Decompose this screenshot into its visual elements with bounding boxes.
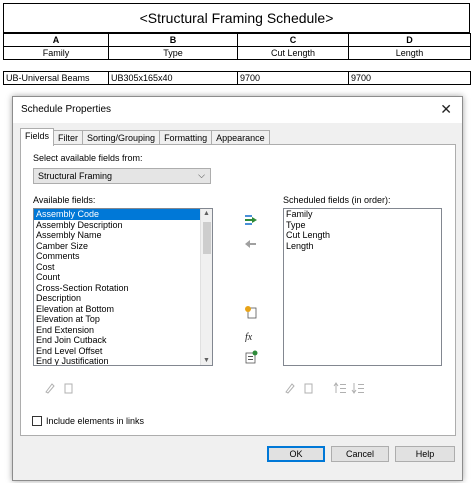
- scheduled-fields-items: Family Type Cut Length Length: [284, 209, 441, 251]
- header-length[interactable]: Length: [348, 46, 471, 60]
- scheduled-field-item[interactable]: Family: [284, 209, 441, 220]
- tab-strip: Fields Filter Sorting/Grouping Formattin…: [20, 128, 270, 146]
- svg-text:fx: fx: [245, 332, 253, 342]
- available-field-item[interactable]: Assembly Description: [34, 220, 200, 231]
- available-field-item[interactable]: Assembly Code: [34, 209, 200, 220]
- fields-panel: Select available fields from: Structural…: [20, 144, 456, 436]
- schedule-title: <Structural Framing Schedule>: [3, 3, 470, 33]
- available-field-item[interactable]: Comments: [34, 251, 200, 262]
- field-source-dropdown[interactable]: Structural Framing ⌵: [33, 168, 211, 184]
- remove-arrow-icon: [245, 240, 256, 248]
- add-arrow-icon: [245, 215, 257, 225]
- new-parameter-icon: [245, 306, 257, 319]
- header-type[interactable]: Type: [108, 46, 238, 60]
- available-field-item[interactable]: Camber Size: [34, 241, 200, 252]
- cell-family[interactable]: UB-Universal Beams: [3, 71, 109, 85]
- available-field-item[interactable]: End Extension: [34, 325, 200, 336]
- function-fx-icon: fx: [245, 332, 253, 342]
- scheduled-field-item[interactable]: Cut Length: [284, 230, 441, 241]
- select-fields-label: Select available fields from:: [33, 153, 143, 163]
- scheduled-field-item[interactable]: Length: [284, 241, 441, 252]
- combine-parameters-button[interactable]: [243, 350, 259, 364]
- edit-parameter-icon[interactable]: [43, 381, 57, 395]
- move-down-icon[interactable]: [351, 381, 365, 395]
- cell-cut-length[interactable]: 9700: [237, 71, 349, 85]
- column-letter-c[interactable]: C: [237, 33, 349, 47]
- available-fields-label: Available fields:: [33, 195, 96, 205]
- cell-type[interactable]: UB305x165x40: [108, 71, 238, 85]
- scroll-up-icon[interactable]: ▲: [203, 210, 210, 217]
- move-up-icon[interactable]: [333, 381, 347, 395]
- scroll-thumb[interactable]: [203, 222, 211, 254]
- include-links-checkbox[interactable]: [32, 416, 42, 426]
- blank-row: [3, 59, 471, 72]
- schedule-properties-dialog: Schedule Properties ✕ Fields Filter Sort…: [12, 96, 463, 481]
- field-source-value: Structural Framing: [38, 171, 113, 181]
- tab-fields[interactable]: Fields: [20, 128, 55, 146]
- available-fields-scrollbar[interactable]: ▲ ▼: [200, 209, 212, 365]
- column-letter-b[interactable]: B: [108, 33, 238, 47]
- add-parameter-button[interactable]: [243, 213, 259, 227]
- column-letter-a[interactable]: A: [3, 33, 109, 47]
- scheduled-field-item[interactable]: Type: [284, 220, 441, 231]
- available-field-item[interactable]: Description: [34, 293, 200, 304]
- available-field-item[interactable]: Count: [34, 272, 200, 283]
- remove-parameter-button[interactable]: [243, 237, 259, 251]
- available-field-item[interactable]: Elevation at Bottom: [34, 304, 200, 315]
- ok-button[interactable]: OK: [267, 446, 325, 462]
- calculated-value-button[interactable]: fx: [243, 329, 259, 343]
- cancel-button[interactable]: Cancel: [331, 446, 389, 462]
- dialog-titlebar[interactable]: Schedule Properties ✕: [13, 97, 462, 123]
- available-fields-list[interactable]: Assembly Code Assembly Description Assembl…: [33, 208, 213, 366]
- chevron-down-icon: ⌵: [198, 170, 205, 180]
- available-field-item[interactable]: End Level Offset: [34, 346, 200, 357]
- header-cut-length[interactable]: Cut Length: [237, 46, 349, 60]
- available-field-item[interactable]: Cost: [34, 262, 200, 273]
- header-family[interactable]: Family: [3, 46, 109, 60]
- schedule-table: A B C D Family Type Cut Length Length UB…: [3, 33, 471, 85]
- available-field-item[interactable]: Assembly Name: [34, 230, 200, 241]
- available-field-item[interactable]: End y Justification: [34, 356, 200, 365]
- column-letter-d[interactable]: D: [348, 33, 471, 47]
- scheduled-fields-label: Scheduled fields (in order):: [283, 195, 391, 205]
- available-field-item[interactable]: Cross-Section Rotation: [34, 283, 200, 294]
- help-button[interactable]: Help: [395, 446, 455, 462]
- available-field-item[interactable]: End Join Cutback: [34, 335, 200, 346]
- new-parameter-button[interactable]: [243, 305, 259, 319]
- scheduled-fields-list[interactable]: Family Type Cut Length Length: [283, 208, 442, 366]
- available-fields-items: Assembly Code Assembly Description Assembl…: [34, 209, 212, 365]
- combine-parameters-icon: [245, 350, 258, 364]
- delete-parameter-icon[interactable]: [61, 381, 75, 395]
- edit-scheduled-parameter-icon[interactable]: [283, 381, 297, 395]
- include-links-label: Include elements in links: [46, 416, 145, 426]
- dialog-title: Schedule Properties: [21, 104, 112, 115]
- close-icon[interactable]: ✕: [440, 101, 452, 117]
- delete-scheduled-parameter-icon[interactable]: [301, 381, 315, 395]
- scroll-down-icon[interactable]: ▼: [203, 357, 210, 364]
- available-field-item[interactable]: Elevation at Top: [34, 314, 200, 325]
- schedule-view: <Structural Framing Schedule> A B C D Fa…: [0, 0, 474, 95]
- cell-length[interactable]: 9700: [348, 71, 471, 85]
